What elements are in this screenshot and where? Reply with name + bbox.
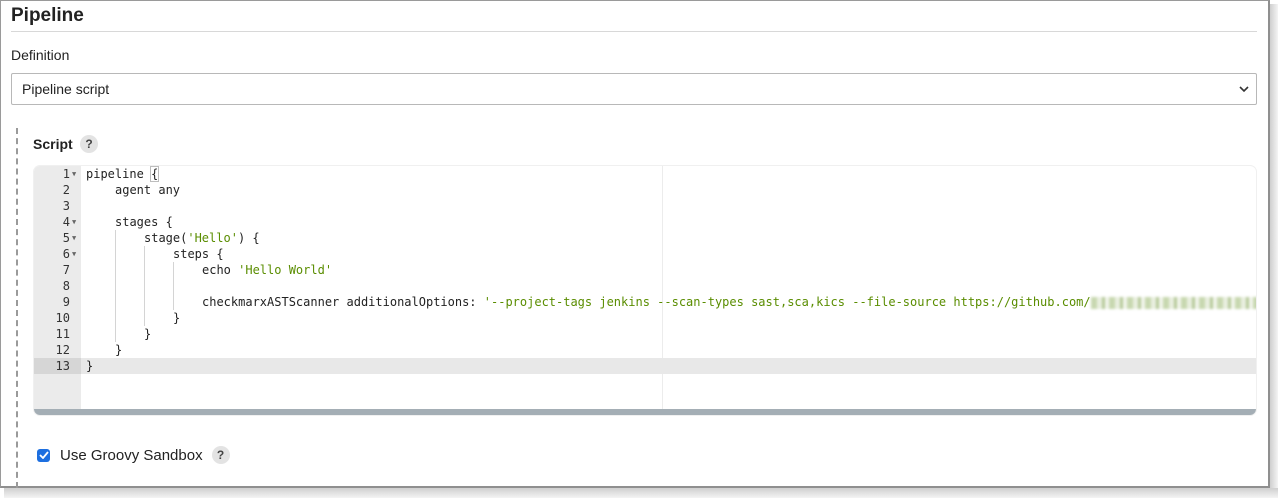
indent-guide [115, 326, 116, 342]
line-number: 11 [55, 327, 70, 341]
line-number: 13 [55, 359, 70, 373]
redacted-text [1090, 296, 1256, 309]
line-number: 8 [62, 279, 70, 293]
code-text: checkmarxASTScanner additionalOptions: '… [202, 294, 1256, 310]
line-number: 5 [62, 231, 70, 245]
active-line-highlight [81, 358, 1256, 374]
code-editor[interactable]: 1 ▼ pipeline {2 agent any 3 4 ▼ stages {5 ▼ stage… [34, 166, 1256, 415]
window-shadow-bottom [4, 488, 1278, 498]
fold-toggle-icon[interactable]: ▼ [72, 214, 76, 230]
window-shadow-right [1270, 4, 1278, 494]
indent-guide [115, 246, 116, 262]
indent-guide [115, 310, 116, 326]
indent-guide [144, 294, 145, 310]
line-number: 9 [62, 295, 70, 309]
section-title: Pipeline [11, 5, 84, 26]
chevron-down-icon [1238, 83, 1250, 95]
indent-guide [144, 262, 145, 278]
code-text: } [115, 343, 123, 357]
line-number: 2 [62, 183, 70, 197]
fold-toggle-icon[interactable]: ▼ [72, 246, 76, 262]
definition-label: Definition [11, 47, 70, 63]
indent-guide [115, 262, 116, 278]
script-help-icon[interactable]: ? [80, 135, 98, 153]
code-text: agent any [115, 183, 181, 197]
line-number: 7 [62, 263, 70, 277]
code-text: echo 'Hello World' [202, 263, 333, 277]
line-number: 10 [55, 311, 70, 325]
indent-guide [173, 294, 174, 310]
indent-guide [115, 230, 116, 246]
indent-guide [173, 262, 174, 278]
line-number: 4 [62, 215, 70, 229]
indent-guide [144, 310, 145, 326]
code-text: } [173, 311, 181, 325]
indent-guide [115, 278, 116, 294]
code-text: } [86, 359, 94, 373]
code-text: stages { [115, 215, 173, 229]
indent-guide [173, 278, 174, 294]
definition-selected-value: Pipeline script [22, 81, 110, 97]
fold-toggle-icon[interactable]: ▼ [72, 230, 76, 246]
line-number: 12 [55, 343, 70, 357]
fold-toggle-icon[interactable]: ▼ [72, 166, 76, 182]
editor-horizontal-scrollbar[interactable] [34, 409, 1256, 415]
section-dashed-rule [16, 128, 18, 488]
sandbox-checkbox[interactable] [37, 448, 50, 462]
definition-select[interactable]: Pipeline script [11, 73, 1257, 105]
code-text: pipeline { [86, 166, 160, 182]
indent-guide [115, 294, 116, 310]
line-number: 1 [62, 167, 70, 181]
title-divider [11, 31, 1257, 32]
sandbox-option: Use Groovy Sandbox ? [37, 446, 230, 464]
indent-guide [144, 278, 145, 294]
line-number: 3 [62, 199, 70, 213]
code-text: steps { [173, 247, 224, 261]
sandbox-help-icon[interactable]: ? [211, 446, 230, 464]
sandbox-label: Use Groovy Sandbox [60, 446, 203, 464]
line-number: 6 [62, 247, 70, 261]
indent-guide [144, 246, 145, 262]
code-text: } [144, 327, 152, 341]
script-label: Script [33, 136, 73, 152]
code-text: stage('Hello') { [144, 231, 260, 245]
